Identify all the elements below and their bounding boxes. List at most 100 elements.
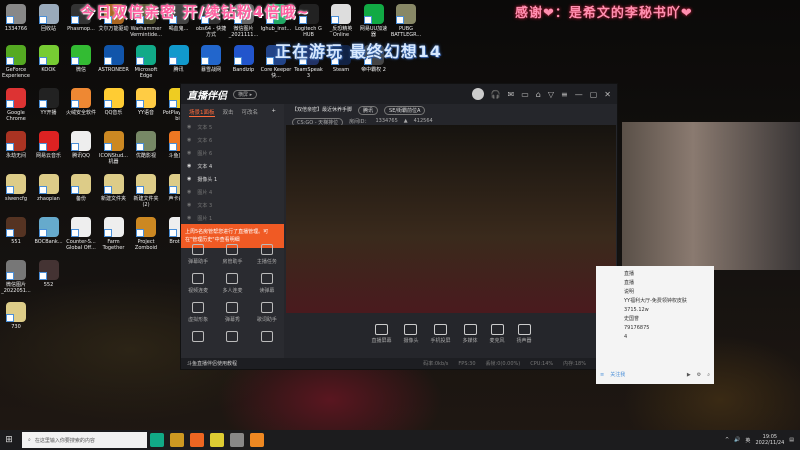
desktop-icon[interactable]: Google Chrome — [0, 88, 32, 122]
desktop-icon[interactable]: 微信 — [65, 45, 97, 73]
tool-button[interactable] — [250, 331, 284, 345]
tool-button[interactable]: 读弹幕 — [250, 273, 284, 294]
desktop-icon[interactable]: BOCBank... — [33, 217, 65, 245]
desktop-icon[interactable]: 火绒安全软件 — [65, 88, 97, 116]
tool-button[interactable]: 主播任务 — [250, 244, 284, 265]
layer-item[interactable]: ◉ 文本 6 — [181, 134, 284, 147]
notification-icon[interactable]: ▤ — [789, 437, 794, 443]
tool-button[interactable]: 虚拟形象 — [181, 302, 215, 323]
app-taskbar-icon[interactable] — [170, 433, 184, 447]
tool-button[interactable]: 视频连麦 — [181, 273, 215, 294]
layer-item[interactable]: ◉ 图片 4 — [181, 186, 284, 199]
video-icon[interactable]: ▶ — [687, 371, 691, 380]
desktop-icon[interactable]: zhaopian — [33, 174, 65, 202]
start-button[interactable]: ⊞ — [0, 435, 18, 445]
desktop-icon[interactable]: Bandizip — [228, 45, 260, 73]
desktop-icon[interactable]: Microsoft Edge — [130, 45, 162, 79]
eye-icon[interactable]: ◉ — [187, 202, 191, 209]
desktop-icon[interactable]: 新建文件夹 (2) — [130, 174, 162, 208]
tutorial-link[interactable]: 斗鱼直播伴侣使用教程 — [187, 360, 237, 367]
desktop-icon[interactable]: 730 — [0, 302, 32, 330]
desktop-icon[interactable]: 永劫无间 — [0, 131, 32, 159]
chat-input[interactable]: 关注我 — [610, 371, 625, 380]
edge-taskbar-icon[interactable] — [150, 433, 164, 447]
desktop-icon[interactable]: 552 — [33, 260, 65, 288]
desktop-icon[interactable]: _反恐精英 Online — [325, 4, 357, 38]
desktop-icon[interactable]: Farm Together — [98, 217, 130, 251]
menu-icon[interactable]: ≡ — [600, 371, 604, 380]
tool-button[interactable]: 弹幕助手 — [181, 244, 215, 265]
desktop-icon[interactable]: KOOK — [33, 45, 65, 73]
tool-button[interactable]: 弹幕秀 — [215, 302, 249, 323]
scene-tab[interactable]: 场景1面板 — [189, 108, 215, 117]
user-avatar[interactable] — [471, 88, 484, 100]
desktop-icon[interactable]: 551 — [0, 217, 32, 245]
mode-toggle[interactable]: 横屏 ▸ — [233, 89, 258, 99]
control-button[interactable]: 多媒体 — [463, 324, 478, 344]
control-button[interactable]: 扬声器 — [517, 324, 532, 344]
window-control-icon[interactable]: 🎧 — [491, 90, 501, 99]
layer-item[interactable]: ◉ 摄像头 1 — [181, 173, 284, 186]
chevron-up-icon[interactable]: ^ — [725, 437, 729, 443]
desktop-icon[interactable]: 微信图片_2022051... — [0, 260, 32, 294]
scene-tab[interactable]: 双击 — [223, 108, 234, 117]
clock[interactable]: 19:05 2022/11/24 — [755, 434, 784, 446]
eye-icon[interactable]: ◉ — [187, 163, 191, 170]
desktop-icon[interactable]: ASTRONEER — [98, 45, 130, 73]
desktop-icon[interactable]: 腾讯 — [163, 45, 195, 73]
streaming-app-taskbar-icon[interactable] — [250, 433, 264, 447]
search-icon[interactable]: ⌕ — [707, 371, 710, 380]
desktop-icon[interactable]: 网易UU加速器 — [358, 4, 390, 38]
eye-icon[interactable]: ◉ — [187, 189, 191, 196]
app-taskbar-icon[interactable] — [210, 433, 224, 447]
taskbar-search[interactable]: ⌕ 在这里输入你要搜索的内容 — [22, 432, 147, 448]
window-control-icon[interactable]: ✉ — [508, 90, 515, 99]
room-title[interactable]: 【双倍亲密】最近休养手脚 — [292, 106, 352, 115]
tool-button[interactable] — [181, 331, 215, 345]
window-control-icon[interactable]: — — [575, 90, 583, 99]
desktop-icon[interactable]: Counter-S... Global Off... — [65, 217, 97, 251]
desktop-icon[interactable]: siwencfg — [0, 174, 32, 202]
desktop-icon[interactable]: 1334766 — [0, 4, 32, 32]
desktop-icon[interactable]: ICONStud... 机器 — [98, 131, 130, 165]
add-scene-button[interactable]: + — [271, 108, 276, 117]
desktop-icon[interactable]: 优酷影视 — [130, 131, 162, 159]
desktop-icon[interactable]: 腾讯QQ — [65, 131, 97, 159]
language-indicator[interactable]: 英 — [745, 437, 750, 444]
window-control-icon[interactable]: ≡ — [561, 90, 568, 99]
desktop-icon[interactable]: 备份 — [65, 174, 97, 202]
volume-icon[interactable]: 🔊 — [734, 437, 740, 443]
desktop-icon[interactable]: 网易云音乐 — [33, 131, 65, 159]
desktop-icon[interactable]: GeForce Experience — [0, 45, 32, 79]
desktop-icon[interactable]: YY语音 — [130, 88, 162, 116]
eye-icon[interactable]: ◉ — [187, 176, 191, 183]
eye-icon[interactable]: ◉ — [187, 137, 191, 144]
scene-tab[interactable]: 可改名 — [242, 108, 259, 117]
control-button[interactable]: 摄像头 — [403, 324, 418, 344]
tool-button[interactable]: 多人连麦 — [215, 273, 249, 294]
window-control-icon[interactable]: ▭ — [521, 90, 529, 99]
window-control-icon[interactable]: ⌂ — [536, 90, 541, 99]
eye-icon[interactable]: ◉ — [187, 215, 191, 222]
desktop-icon[interactable]: PUBG BATTLEGR... — [390, 4, 422, 38]
control-button[interactable]: 麦克风 — [490, 324, 505, 344]
app-taskbar-icon[interactable] — [190, 433, 204, 447]
settings-icon[interactable]: ⚙ — [697, 371, 701, 380]
desktop-icon[interactable]: 回收站 — [33, 4, 65, 32]
window-control-icon[interactable]: ▽ — [548, 90, 554, 99]
layer-item[interactable]: ◉ 文本 3 — [181, 199, 284, 212]
layer-item[interactable]: ◉ 文本 5 — [181, 121, 284, 134]
obs-taskbar-icon[interactable] — [230, 433, 244, 447]
layer-item[interactable]: ◉ 文本 4 — [181, 160, 284, 173]
window-control-icon[interactable]: ▢ — [590, 90, 598, 99]
control-button[interactable]: 手机投屏 — [430, 324, 450, 344]
window-control-icon[interactable]: ✕ — [604, 90, 611, 99]
desktop-icon[interactable]: Project Zomboid — [130, 217, 162, 251]
eye-icon[interactable]: ◉ — [187, 150, 191, 157]
control-button[interactable]: 直播屏幕 — [371, 324, 391, 344]
eye-icon[interactable]: ◉ — [187, 124, 191, 131]
tool-button[interactable]: 歌词助手 — [250, 302, 284, 323]
category-badge[interactable]: 腾讯 — [358, 106, 379, 115]
desktop-icon[interactable]: YY开播 — [33, 88, 65, 116]
desktop-icon[interactable]: 暴雪战网 — [195, 45, 227, 73]
